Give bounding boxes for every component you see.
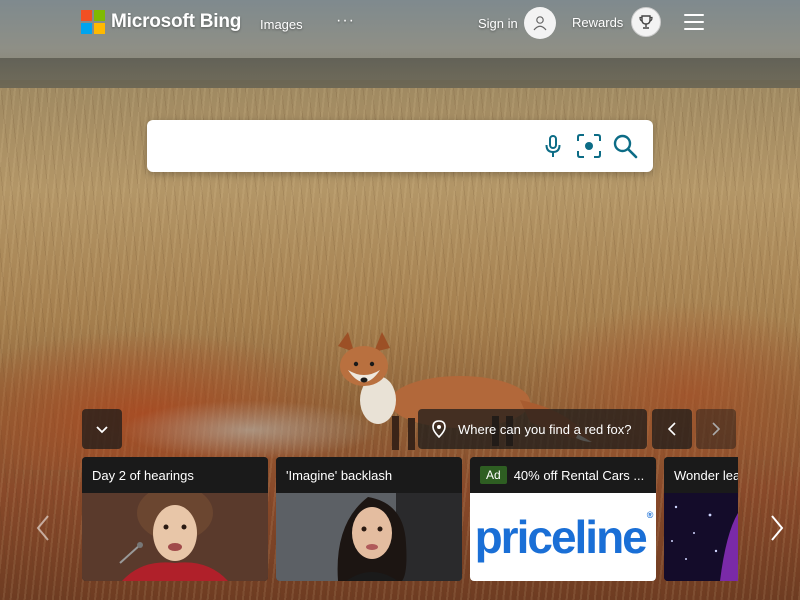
registered-mark-icon: ® [646, 510, 653, 520]
ad-badge: Ad [480, 466, 507, 484]
card-image [82, 493, 268, 581]
news-card[interactable]: 'Imagine' backlash [276, 457, 462, 581]
news-card[interactable]: Wonder lea [664, 457, 738, 581]
card-title: Ad 40% off Rental Cars ... [470, 457, 656, 493]
microphone-icon[interactable] [540, 133, 566, 159]
chevron-left-icon [36, 515, 49, 541]
search-icon[interactable] [612, 133, 638, 159]
news-carousel: Day 2 of hearings 'Imagine' backlash Ad … [82, 457, 738, 581]
card-title-text: Wonder lea [674, 468, 738, 483]
logo-square-green [94, 10, 105, 21]
card-title: Day 2 of hearings [82, 457, 268, 493]
chevron-right-icon [712, 422, 721, 436]
collapse-feed-button[interactable] [82, 409, 122, 449]
search-box [147, 120, 653, 172]
hamburger-line [684, 14, 704, 16]
trophy-icon [631, 7, 662, 37]
priceline-logo: priceline® [474, 510, 654, 564]
sign-in-button[interactable]: Sign in [478, 7, 556, 39]
sign-in-label: Sign in [478, 15, 518, 31]
image-fact-button[interactable]: Where can you find a red fox? [418, 409, 647, 449]
image-fact-label: Where can you find a red fox? [458, 421, 632, 437]
top-header: Microsoft Bing Images ··· Sign in Reward… [0, 0, 800, 46]
visual-search-icon[interactable] [576, 133, 602, 159]
card-image: priceline® [470, 493, 656, 581]
search-input[interactable] [161, 132, 531, 160]
rewards-label: Rewards [572, 14, 624, 30]
hamburger-line [684, 28, 704, 30]
chevron-left-icon [667, 422, 676, 436]
nav-images-link[interactable]: Images [260, 17, 303, 32]
location-pin-icon [432, 420, 446, 438]
card-title-text: Day 2 of hearings [92, 468, 194, 483]
microsoft-logo-icon [81, 10, 105, 34]
bing-logo[interactable]: Microsoft Bing [81, 10, 241, 34]
card-image [664, 493, 738, 581]
rewards-button[interactable]: Rewards [572, 7, 662, 37]
next-image-button[interactable] [696, 409, 736, 449]
carousel-prev-button[interactable] [32, 510, 54, 546]
more-options-icon[interactable]: ··· [336, 12, 355, 30]
logo-text: Microsoft Bing [111, 11, 242, 32]
news-card[interactable]: Day 2 of hearings [82, 457, 268, 581]
ad-card[interactable]: Ad 40% off Rental Cars ... priceline® [470, 457, 656, 581]
card-title: Wonder lea [664, 457, 738, 493]
priceline-logo-text: priceline [474, 511, 648, 563]
card-title-text: 40% off Rental Cars ... [513, 468, 645, 483]
logo-square-yellow [94, 23, 105, 34]
logo-square-red [81, 10, 92, 21]
chevron-right-icon [771, 515, 784, 541]
card-image [276, 493, 462, 581]
card-title-text: 'Imagine' backlash [286, 468, 393, 483]
menu-hamburger-icon[interactable] [684, 14, 704, 30]
hamburger-line [684, 21, 704, 23]
background-treeline [0, 58, 800, 92]
chevron-down-icon [96, 426, 108, 434]
carousel-next-button[interactable] [766, 510, 788, 546]
user-avatar-icon [523, 7, 556, 39]
card-title: 'Imagine' backlash [276, 457, 462, 493]
previous-image-button[interactable] [652, 409, 692, 449]
logo-square-blue [81, 23, 92, 34]
